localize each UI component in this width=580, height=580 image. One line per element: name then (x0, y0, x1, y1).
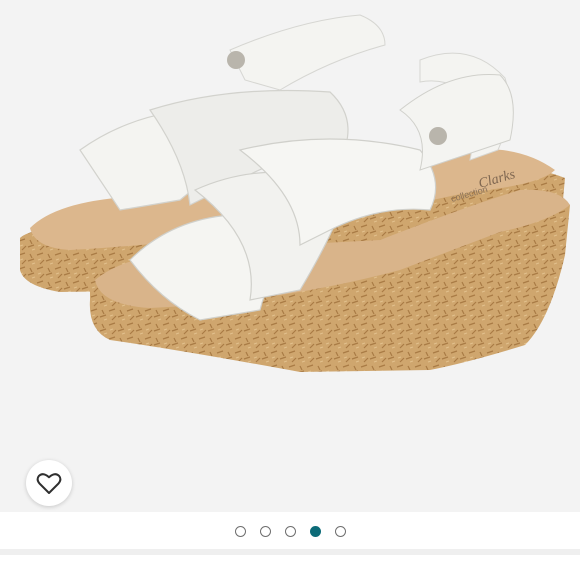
pager-dot-5[interactable] (334, 525, 346, 537)
pager-dot-2[interactable] (259, 525, 271, 537)
listing-title-cutoff (34, 566, 574, 580)
gallery-pager (0, 514, 580, 548)
section-divider (0, 549, 580, 555)
product-photo: Clarks collection (20, 14, 571, 372)
back-sandal-slingback (229, 14, 386, 91)
product-image-gallery[interactable]: Clarks collection (0, 0, 580, 512)
pager-dot-3[interactable] (284, 525, 296, 537)
heart-outline-icon (36, 473, 62, 494)
pager-dot-4-active[interactable] (309, 525, 321, 537)
pager-dot-1[interactable] (234, 525, 246, 537)
like-button[interactable] (26, 460, 72, 506)
